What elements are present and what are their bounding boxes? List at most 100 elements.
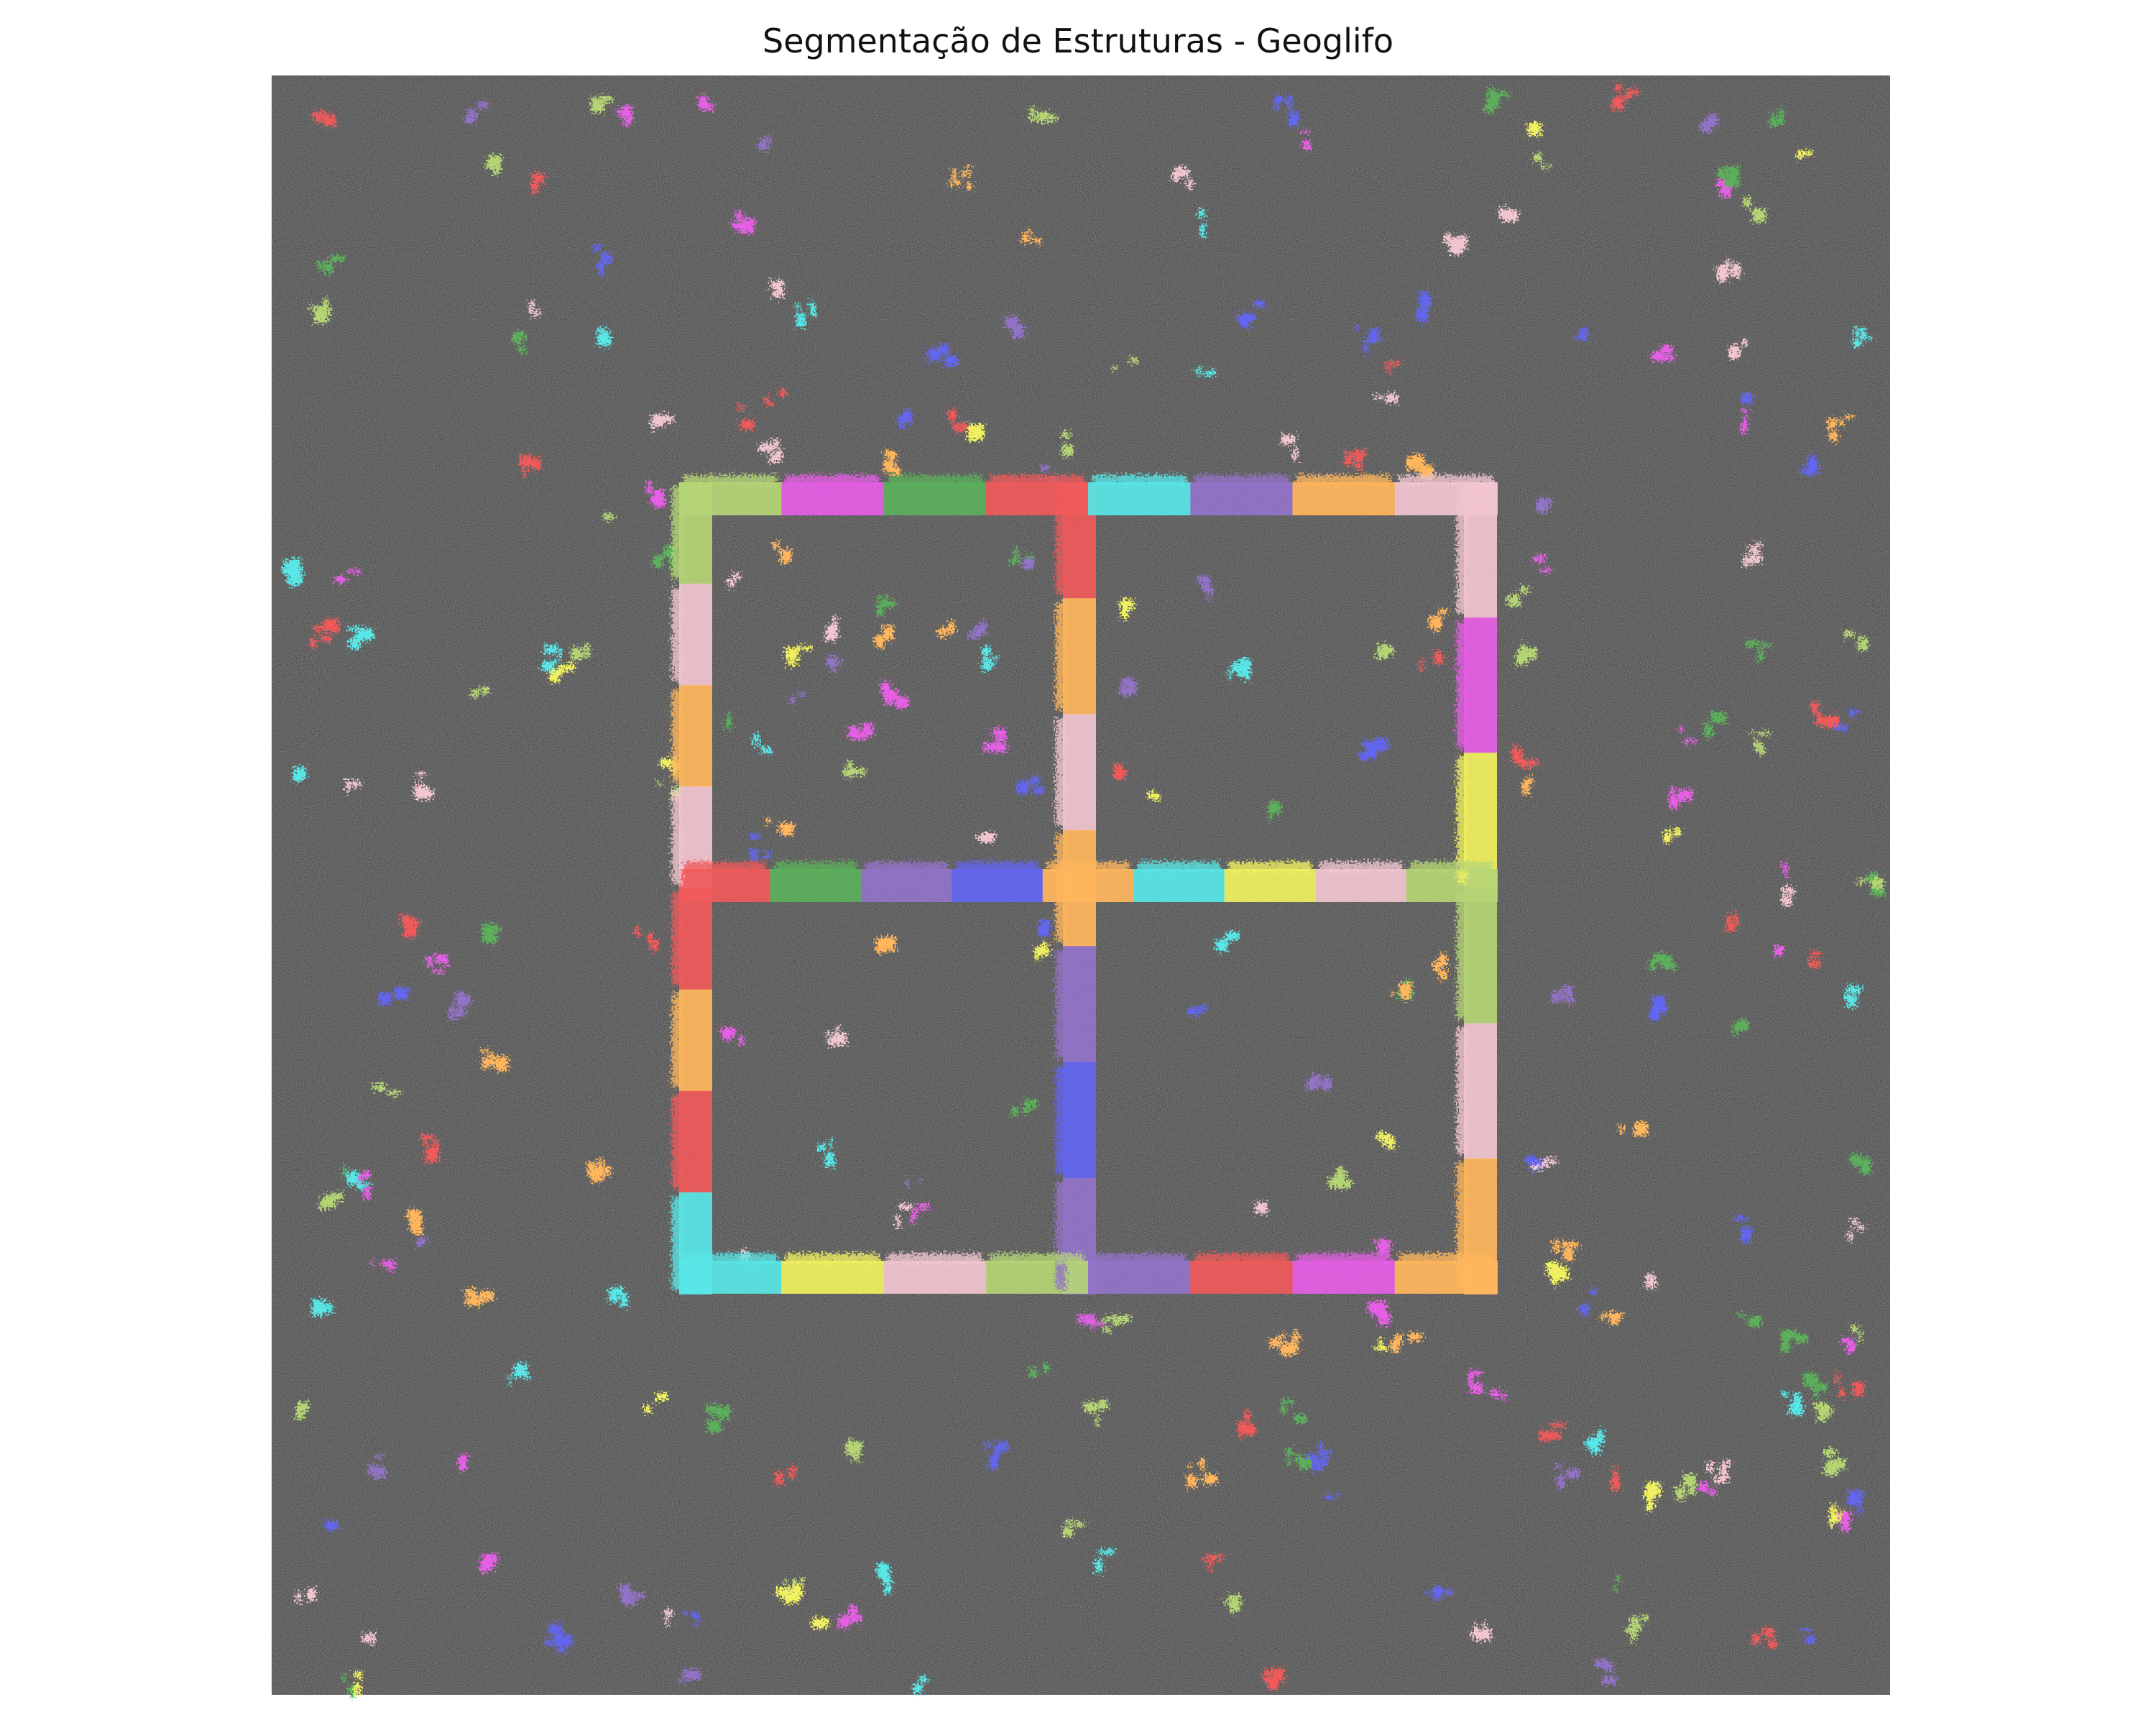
noise-blob-part [1383, 1137, 1390, 1146]
noise-blob-part [1383, 650, 1387, 659]
noise-blob-part [1854, 326, 1859, 334]
noise-blob-part [611, 1296, 621, 1300]
noise-blob-part [648, 933, 653, 943]
noise-blob-part [1759, 643, 1772, 648]
noise-blob-part [1102, 1319, 1107, 1323]
noise-blob-part [1532, 558, 1545, 563]
top-wall-fringe [888, 475, 982, 485]
noise-blob-part [624, 112, 632, 126]
middle-horizontal-fringe [1228, 862, 1312, 872]
noise-blob-part [775, 449, 782, 459]
noise-blob-part [433, 969, 443, 973]
bottom-wall-fringe [1399, 1254, 1493, 1264]
noise-blob-part [1025, 1099, 1037, 1108]
noise-blob-part [1782, 1392, 1788, 1397]
noise-blob-part [1121, 678, 1134, 685]
noise-blob-part [458, 991, 462, 1000]
noise-blob-part [605, 514, 614, 519]
top-wall-fringe [1092, 475, 1187, 485]
noise-blob-part [462, 995, 471, 1005]
noise-blob-part [757, 144, 770, 150]
noise-blob-part [1644, 1284, 1657, 1288]
noise-blob-part [1851, 1154, 1861, 1166]
noise-blob-part [426, 955, 430, 966]
noise-blob-part [1823, 1448, 1836, 1456]
noise-blob [1644, 1274, 1657, 1288]
noise-blob-part [1743, 556, 1748, 566]
noise-blob-part [338, 577, 341, 583]
noise-blob-part [1593, 1659, 1608, 1668]
noise-blob-part [1748, 556, 1762, 564]
noise-blob-part [1005, 316, 1019, 328]
noise-blob-part [1326, 1494, 1334, 1499]
noise-blob-part [1603, 1313, 1616, 1317]
noise-blob-part [837, 661, 844, 664]
noise-blob-part [544, 645, 558, 654]
noise-blob-part [487, 155, 502, 168]
noise-blob-part [635, 927, 640, 937]
noise-blob-part [1037, 111, 1049, 117]
bottom-wall-fringe [1194, 1254, 1289, 1264]
noise-blob-part [1228, 1595, 1241, 1606]
noise-blob-part [812, 1618, 826, 1629]
noise-blob-part [875, 635, 885, 648]
noise-blob-part [1258, 1206, 1266, 1213]
noise-blob-part [1673, 828, 1681, 837]
noise-blob-part [1016, 781, 1029, 794]
noise-blob-part [1187, 179, 1193, 189]
noise-blob-part [1810, 950, 1820, 957]
noise-blob-part [1590, 1289, 1598, 1295]
noise-blob-part [1061, 445, 1073, 456]
noise-blob-part [913, 1684, 923, 1693]
noise-blob-part [461, 1453, 469, 1460]
noise-blob [1307, 1075, 1332, 1090]
noise-blob-part [349, 1171, 359, 1185]
noise-blob-part [1378, 1338, 1383, 1347]
noise-blob-part [736, 405, 744, 410]
middle-vertical-segment [1063, 598, 1096, 715]
left-wall-fringe [672, 588, 682, 681]
noise-blob-part [785, 647, 799, 660]
noise-blob-part [1534, 153, 1542, 162]
noise-blob-part [325, 627, 340, 633]
noise-blob-part [317, 261, 323, 271]
noise-blob-part [1771, 111, 1775, 116]
noise-blob-part [727, 711, 730, 717]
noise-blob-part [1611, 1476, 1620, 1491]
noise-blob-part [1095, 1414, 1099, 1426]
noise-blob-part [584, 643, 590, 658]
top-wall-segment [883, 482, 987, 515]
left-wall-segment [679, 685, 712, 788]
noise-blob-part [1754, 739, 1760, 748]
noise-blob-part [1488, 88, 1496, 101]
bottom-wall-segment [883, 1261, 987, 1294]
noise-blob-part [773, 540, 779, 550]
noise-blob-part [1769, 1639, 1777, 1649]
noise-blob-part [412, 1220, 423, 1235]
left-wall-fringe [672, 993, 682, 1087]
noise-blob-part [918, 1677, 928, 1682]
noise-blob-part [1470, 1371, 1481, 1377]
noise-blob-part [1196, 367, 1202, 376]
noise-blob-part [514, 1363, 528, 1378]
noise-blob-part [1847, 985, 1854, 994]
noise-blob-part [1504, 210, 1518, 222]
noise-blob-part [759, 443, 773, 452]
middle-vertical-fringe [1056, 602, 1066, 710]
noise-blob-part [1187, 1475, 1197, 1487]
noise-blob-part [1531, 121, 1541, 137]
noise-blob-part [1733, 1216, 1749, 1221]
noise-blob-part [1292, 448, 1298, 460]
noise-blob-part [387, 1091, 401, 1095]
noise-blob-part [369, 1261, 374, 1265]
noise-blob-part [1782, 896, 1792, 906]
noise-blob-part [828, 1138, 832, 1148]
bottom-wall-segment [985, 1261, 1089, 1294]
noise-blob-part [312, 1300, 326, 1314]
noise-blob-part [913, 1206, 918, 1220]
noise-blob-part [1843, 631, 1854, 638]
middle-horizontal-segment [1224, 869, 1317, 902]
middle-vertical-segment [1063, 1062, 1096, 1179]
noise-blob-part [918, 1179, 922, 1184]
noise-blob-part [1368, 329, 1380, 343]
